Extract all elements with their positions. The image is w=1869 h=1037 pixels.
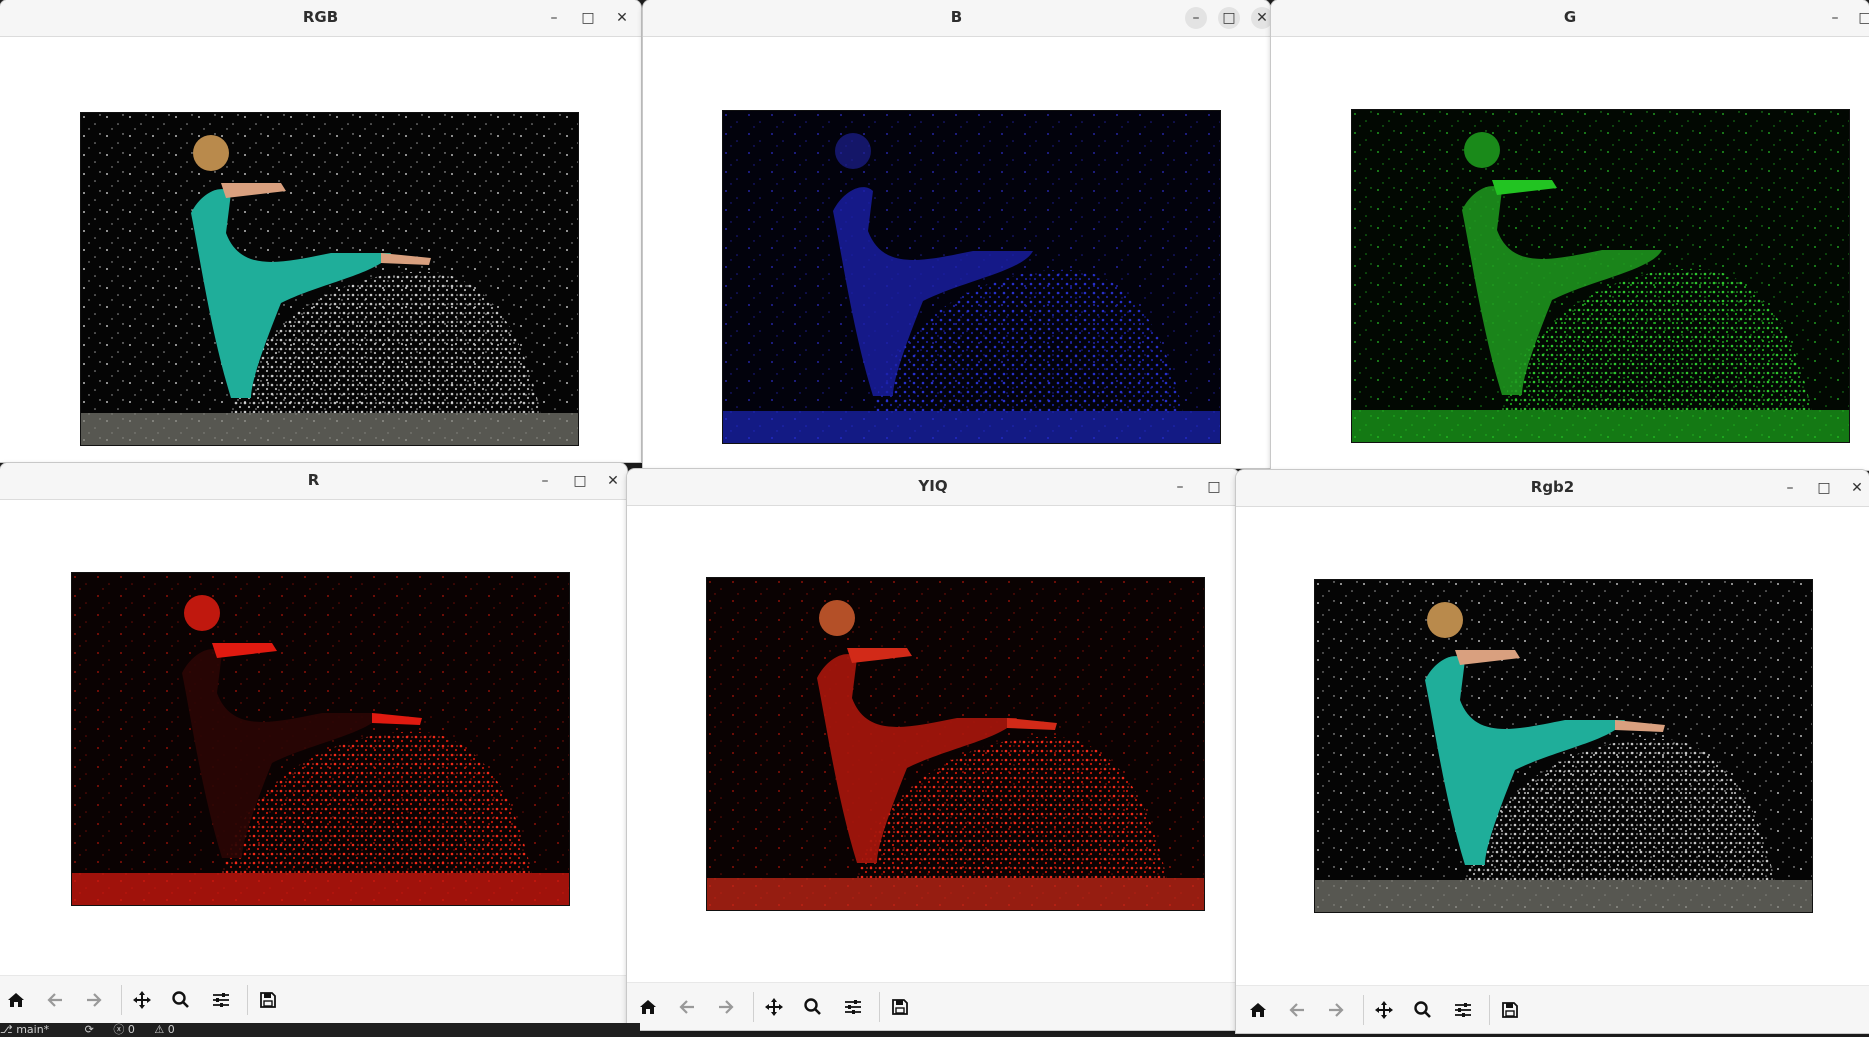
titlebar[interactable]: Rgb2 – □ ✕: [1236, 470, 1869, 507]
image-rgb2: [1314, 579, 1813, 913]
figure-canvas[interactable]: [643, 37, 1270, 468]
window-b[interactable]: B – □ ✕: [643, 0, 1270, 468]
maximize-button[interactable]: □: [1203, 476, 1225, 498]
figure-canvas[interactable]: [627, 506, 1239, 983]
image-rgb-original: [80, 112, 579, 446]
titlebar[interactable]: RGB – □ ✕: [0, 0, 641, 37]
close-button[interactable]: ✕: [1846, 477, 1868, 499]
forward-arrow-icon[interactable]: [1324, 998, 1348, 1022]
image-r-channel: [71, 572, 570, 906]
home-icon[interactable]: [1246, 998, 1270, 1022]
minimize-button[interactable]: –: [1185, 7, 1207, 29]
maximize-button[interactable]: □: [1854, 7, 1869, 29]
window-r[interactable]: R – □ ✕: [0, 463, 627, 1023]
toolbar-separator: [1363, 995, 1364, 1025]
branch-indicator[interactable]: ⎇ main*: [0, 1023, 65, 1036]
window-rgb[interactable]: RGB – □ ✕: [0, 0, 641, 462]
minimize-button[interactable]: –: [1169, 476, 1191, 498]
sync-icon[interactable]: ⟳: [85, 1023, 94, 1036]
toolbar-separator: [879, 992, 880, 1022]
figure-canvas[interactable]: [1271, 37, 1869, 470]
minimize-button[interactable]: –: [543, 7, 565, 29]
window-title: B: [950, 8, 963, 26]
window-yiq[interactable]: YIQ – □: [627, 469, 1239, 1030]
pan-move-icon[interactable]: [130, 988, 154, 1012]
titlebar[interactable]: G – □: [1271, 0, 1869, 37]
matplotlib-toolbar: [627, 982, 1239, 1030]
minimize-button[interactable]: –: [1779, 477, 1801, 499]
image-yiq: [706, 577, 1205, 911]
configure-subplots-icon[interactable]: [841, 995, 865, 1019]
toolbar-separator: [753, 992, 754, 1022]
zoom-magnifier-icon[interactable]: [1411, 998, 1435, 1022]
back-arrow-icon[interactable]: [675, 995, 699, 1019]
configure-subplots-icon[interactable]: [209, 988, 233, 1012]
maximize-button[interactable]: □: [569, 470, 591, 492]
toolbar-separator: [1489, 995, 1490, 1025]
image-b-channel: [722, 110, 1221, 444]
titlebar[interactable]: B – □ ✕: [643, 0, 1270, 37]
close-button[interactable]: ✕: [611, 7, 633, 29]
maximize-button[interactable]: □: [1218, 7, 1240, 29]
figure-canvas[interactable]: [1236, 507, 1869, 986]
maximize-button[interactable]: □: [577, 7, 599, 29]
home-icon[interactable]: [636, 995, 660, 1019]
warning-count: 0: [167, 1023, 175, 1036]
close-button[interactable]: ✕: [602, 470, 624, 492]
titlebar[interactable]: YIQ – □: [627, 469, 1239, 506]
pan-move-icon[interactable]: [762, 995, 786, 1019]
window-title: R: [307, 471, 320, 489]
window-rgb2[interactable]: Rgb2 – □ ✕: [1236, 470, 1869, 1033]
matplotlib-toolbar: [1236, 985, 1869, 1033]
error-count: 0: [127, 1023, 135, 1036]
matplotlib-toolbar: [0, 975, 627, 1023]
minimize-button[interactable]: –: [534, 470, 556, 492]
window-title: G: [1563, 8, 1577, 26]
forward-arrow-icon[interactable]: [82, 988, 106, 1012]
pan-move-icon[interactable]: [1372, 998, 1396, 1022]
maximize-button[interactable]: □: [1813, 477, 1835, 499]
toolbar-separator: [121, 985, 122, 1015]
window-title: YIQ: [918, 477, 948, 495]
window-g[interactable]: G – □: [1271, 0, 1869, 470]
save-icon[interactable]: [1498, 998, 1522, 1022]
branch-name: main*: [16, 1023, 50, 1036]
forward-arrow-icon[interactable]: [714, 995, 738, 1019]
back-arrow-icon[interactable]: [1285, 998, 1309, 1022]
back-arrow-icon[interactable]: [43, 988, 67, 1012]
titlebar[interactable]: R – □ ✕: [0, 463, 627, 500]
home-icon[interactable]: [4, 988, 28, 1012]
editor-status-bar: ⎇ main* ⟳ ⓧ 0 ⚠ 0: [0, 1023, 640, 1037]
zoom-magnifier-icon[interactable]: [801, 995, 825, 1019]
minimize-button[interactable]: –: [1824, 7, 1846, 29]
image-g-channel: [1351, 109, 1850, 443]
save-icon[interactable]: [888, 995, 912, 1019]
save-icon[interactable]: [256, 988, 280, 1012]
close-button[interactable]: ✕: [1251, 7, 1270, 29]
figure-canvas[interactable]: [0, 500, 627, 976]
toolbar-separator: [247, 985, 248, 1015]
zoom-magnifier-icon[interactable]: [169, 988, 193, 1012]
figure-canvas[interactable]: [0, 37, 641, 462]
window-title: Rgb2: [1530, 478, 1575, 496]
problems-indicator[interactable]: ⓧ 0 ⚠ 0: [113, 1023, 190, 1036]
configure-subplots-icon[interactable]: [1451, 998, 1475, 1022]
